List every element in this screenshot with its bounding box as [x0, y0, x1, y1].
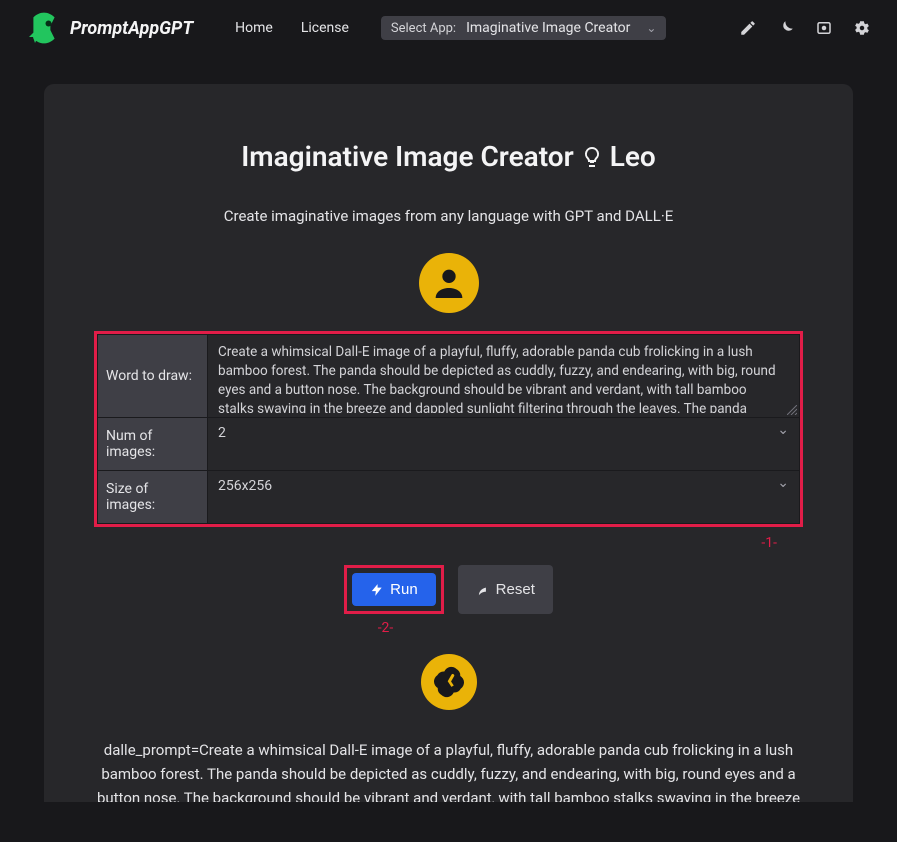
app-selector[interactable]: Select App: Imaginative Image Creator ⌄	[381, 16, 667, 40]
app-title-right: Leo	[610, 140, 656, 173]
screenshot-icon[interactable]	[815, 19, 833, 37]
app-card: Imaginative Image Creator Leo Create ima…	[44, 84, 853, 802]
nav-home[interactable]: Home	[223, 14, 285, 42]
app-selector-value: Imaginative Image Creator	[466, 20, 630, 36]
logo[interactable]: PromptAppGPT	[26, 10, 193, 46]
openai-icon	[431, 664, 467, 700]
output-text: dalle_prompt=Create a whimsical Dall-E i…	[94, 728, 803, 802]
topbar: PromptAppGPT Home License Select App: Im…	[8, 0, 889, 56]
bolt-icon	[370, 583, 384, 597]
gear-icon[interactable]	[853, 19, 871, 37]
word-to-draw-input[interactable]	[208, 335, 799, 413]
leaf-icon	[476, 583, 490, 597]
chevron-down-icon: ⌄	[646, 21, 656, 35]
size-images-label: Size of images:	[98, 471, 208, 524]
run-button[interactable]: Run	[352, 573, 436, 606]
app-title: Imaginative Image Creator Leo	[94, 140, 803, 173]
main-scroll[interactable]: Imaginative Image Creator Leo Create ima…	[8, 56, 889, 802]
user-avatar	[419, 253, 479, 313]
size-images-select[interactable]: 256x256	[208, 471, 799, 501]
run-highlight: Run	[344, 565, 444, 614]
app-subtitle: Create imaginative images from any langu…	[94, 207, 803, 225]
reset-button[interactable]: Reset	[458, 565, 553, 614]
app-title-left: Imaginative Image Creator	[241, 140, 573, 173]
rocket-icon	[26, 10, 62, 46]
run-button-label: Run	[390, 581, 418, 598]
nav-links: Home License	[223, 14, 361, 42]
edit-icon[interactable]	[739, 19, 757, 37]
num-images-label: Num of images:	[98, 418, 208, 471]
annotation-1: -1-	[761, 535, 777, 551]
topbar-right	[739, 19, 871, 37]
user-icon	[429, 263, 469, 303]
lightbulb-icon	[580, 145, 604, 169]
button-row: Run Reset	[94, 565, 803, 614]
moon-icon[interactable]	[777, 19, 795, 37]
nav-license[interactable]: License	[289, 14, 361, 42]
reset-button-label: Reset	[496, 581, 535, 598]
num-images-select[interactable]: 2	[208, 418, 799, 448]
resize-handle-icon[interactable]	[787, 405, 797, 415]
input-form: Word to draw: Num of images: 2	[94, 331, 803, 527]
annotation-2: -2-	[31, 620, 740, 636]
word-to-draw-label: Word to draw:	[98, 335, 208, 418]
brand-text: PromptAppGPT	[70, 18, 193, 39]
app-selector-label: Select App:	[391, 21, 456, 36]
assistant-avatar	[421, 654, 477, 710]
